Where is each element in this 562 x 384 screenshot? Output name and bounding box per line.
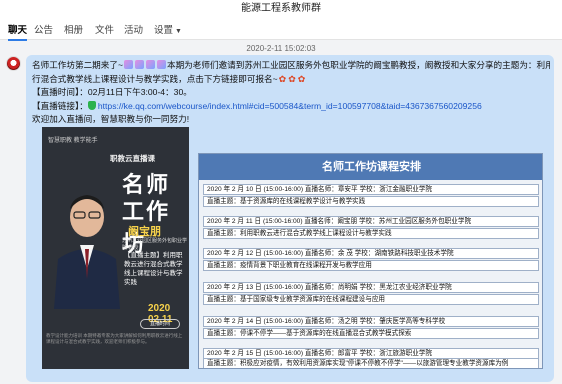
schedule-title: 名师工作坊课程安排 — [199, 154, 542, 180]
message-body-cont: 行混合式教学线上课程设计与教学实践，点击下方链接即可报名~ — [32, 73, 278, 84]
tab-activities[interactable]: 活动 — [124, 22, 143, 36]
poster-topic: 【直播主题】利用职教云进行混合式教学线上课程设计与教学实践 — [124, 252, 183, 286]
schedule-row: 直播主题：利用职教云进行混合式教学线上课程设计与教学实践 — [203, 228, 539, 239]
tab-files[interactable]: 文件 — [95, 22, 114, 36]
window-title: 能源工程系教师群 — [0, 0, 562, 18]
sparkle-emoji-icon — [156, 60, 166, 69]
schedule-row: 直播主题：停课不停学——基于资源库的在线直播混合式教学模式探索 — [203, 328, 539, 339]
chevron-down-icon: ▼ — [175, 28, 182, 35]
tab-bar: 聊天 公告 相册 文件 活动 设置 ▼ — [0, 18, 562, 41]
schedule-table-image[interactable]: 名师工作坊课程安排 2020 年 2 月 10 日 (15:00-16:00) … — [198, 153, 543, 369]
tab-settings-label: 设置 — [154, 25, 174, 36]
poster-footer-text: 教学设计能力培训 本期特邀专家为大家讲解如何利用职教云进行线上课程设计与混合式教… — [46, 333, 183, 344]
rose-emoji-icon: ✿ — [288, 73, 296, 84]
message-closing: 欢迎加入直播间，智慧职教与你一同努力! — [32, 114, 190, 124]
live-time-label: 【直播时间】： — [32, 87, 88, 97]
sparkle-emoji-icon — [145, 60, 155, 69]
live-time-value: 02月11日下午3:00-4：30。 — [87, 87, 192, 97]
sparkle-emoji-icon — [123, 60, 133, 69]
schedule-row: 2020 年 2 月 13 日 (15:00-16:00) 直播名师：尚明娟 学… — [203, 282, 539, 293]
schedule-row: 2020 年 2 月 11 日 (15:00-16:00) 直播名师：阚宝朋 学… — [203, 216, 539, 227]
message-text: 名师工作坊第二期来了~ 本期为老师们邀请到苏州工业园区服务外包职业学院的阚宝鹏教授… — [32, 59, 550, 127]
schedule-row: 2020 年 2 月 10 日 (15:00-16:00) 直播名师：章安平 学… — [203, 184, 539, 195]
poster-subtitle: 职教云直播课 — [110, 154, 155, 163]
schedule-row: 直播主题：积极应对疫情，有效利用资源库实现"停课不停教不停学"——以旅游管理专业… — [203, 358, 539, 368]
tab-chat[interactable]: 聊天 — [8, 22, 28, 41]
poster-speaker-name: 阚宝朋 — [128, 226, 161, 238]
security-shield-icon — [87, 100, 96, 110]
poster-affiliation: 苏州工业园区服务外包职业学院 教授 — [122, 238, 188, 251]
tab-settings[interactable]: 设置 ▼ — [154, 22, 182, 36]
tab-announcements[interactable]: 公告 — [34, 22, 53, 36]
live-link[interactable]: https://ke.qq.com/webcourse/index.html#c… — [98, 101, 482, 111]
speaker-photo — [54, 195, 120, 309]
schedule-row: 2020 年 2 月 14 日 (15:00-16:00) 直播名师：汤之明 学… — [203, 316, 539, 327]
schedule-row: 直播主题：基于国家级专业教学资源库的在线课程建设与应用 — [203, 294, 539, 305]
group-avatar[interactable] — [6, 56, 21, 71]
poster-button: 直播时间 — [140, 319, 180, 329]
schedule-row: 直播主题：基于资源库的在线课程教学设计与教学实践 — [203, 196, 539, 207]
course-poster-image[interactable]: 智慧职教 教学能手 职教云直播课 名师 工作坊 阚宝朋 苏州工业园区服务外包职业… — [42, 127, 189, 369]
message-timestamp: 2020-2-11 15:02:03 — [246, 44, 316, 53]
poster-header: 智慧职教 教学能手 — [48, 138, 98, 144]
rose-emoji-icon: ✿ — [278, 73, 287, 84]
live-link-label: 【直播链接】： — [32, 100, 88, 111]
rose-emoji-icon: ✿ — [297, 73, 306, 84]
schedule-row: 直播主题：疫情背景下职业教育在线课程开发与教学应用 — [203, 260, 539, 271]
schedule-row: 2020 年 2 月 12 日 (15:00-16:00) 直播名师：余 茂 学… — [203, 248, 539, 259]
sparkle-emoji-icon — [134, 60, 144, 69]
message-body: 本期为老师们邀请到苏州工业园区服务外包职业学院的阚宝鹏教授，阚教授和大家分享的主… — [166, 60, 550, 70]
message-intro: 名师工作坊第二期来了~ — [32, 60, 123, 70]
tab-album[interactable]: 相册 — [64, 22, 83, 36]
